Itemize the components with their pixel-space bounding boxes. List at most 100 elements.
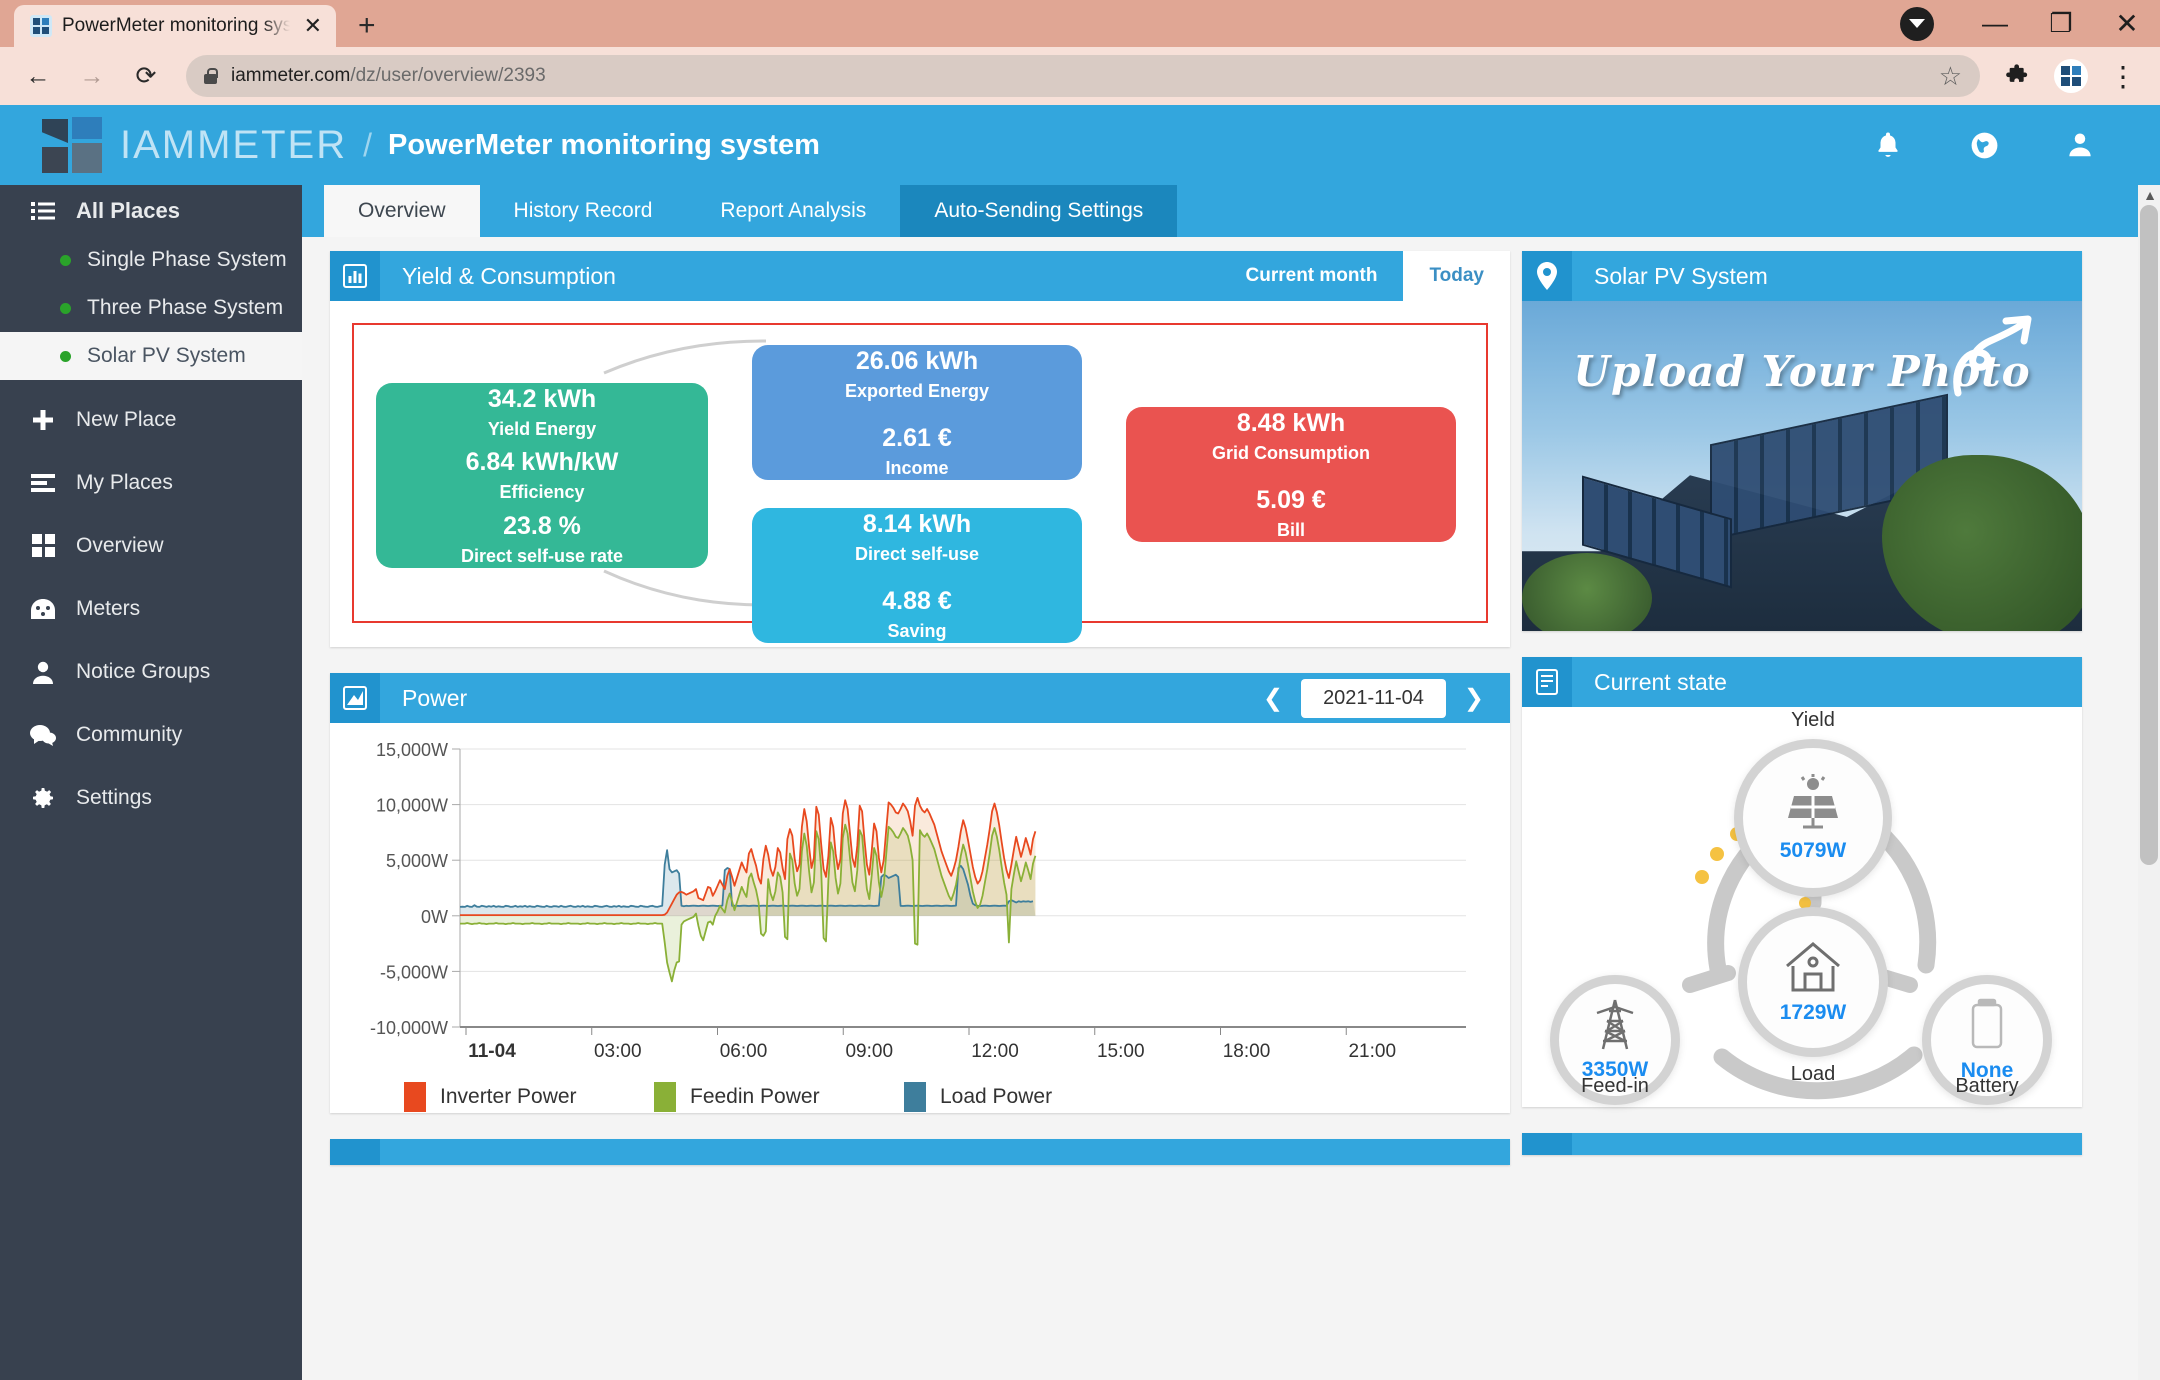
sidebar-item-all-places[interactable]: All Places <box>0 185 302 236</box>
bill-value: 5.09 € <box>1256 485 1326 514</box>
next-day-button[interactable]: ❯ <box>1456 684 1492 713</box>
profile-icon <box>1900 6 1934 41</box>
sidebar-sub-label: Solar PV System <box>87 344 246 367</box>
bookmark-star-icon[interactable]: ☆ <box>1939 61 1962 92</box>
location-pin-icon <box>1522 251 1572 301</box>
iammeter-extension-icon[interactable] <box>2048 53 2094 99</box>
scrollbar-thumb[interactable] <box>2140 205 2158 865</box>
sidebar-item-notice-groups[interactable]: Notice Groups <box>0 646 302 697</box>
header-separator: / <box>363 126 373 163</box>
grid-consumption-value: 8.48 kWh <box>1236 409 1346 437</box>
date-input[interactable]: 2021-11-04 <box>1301 678 1446 718</box>
document-icon <box>1522 657 1572 707</box>
sidebar-sub-label: Three Phase System <box>87 296 284 319</box>
maximize-button[interactable]: ❐ <box>2028 0 2094 47</box>
load-power-value: 1729W <box>1779 1000 1847 1024</box>
range-today-button[interactable]: Today <box>1403 251 1510 301</box>
sidebar-item-overview[interactable]: Overview <box>0 520 302 571</box>
app-body: All Places Single Phase System Three Pha… <box>0 185 2160 1380</box>
energy-flow-diagram: 34.2 kWh Yield Energy 6.84 kWh/kW Effici… <box>352 323 1488 643</box>
grid-consumption-box: 8.48 kWh Grid Consumption 5.09 € Bill <box>1126 407 1456 542</box>
efficiency-value: 6.84 kWh/kW <box>465 448 619 477</box>
svg-text:12:00: 12:00 <box>971 1041 1019 1062</box>
bill-label: Bill <box>1276 519 1305 540</box>
sidebar-sub-label: Single Phase System <box>87 248 287 271</box>
user-icon <box>30 660 56 684</box>
url-text: iammeter.com/dz/user/overview/2393 <box>231 65 546 86</box>
nav-tabs: Overview History Record Report Analysis … <box>302 185 2160 237</box>
state-label-load: Load <box>1790 1063 1836 1085</box>
card-title: Yield & Consumption <box>402 262 616 289</box>
svg-text:-5,000W: -5,000W <box>380 962 448 982</box>
tab-strip: PowerMeter monitoring system ✕ + <box>0 0 376 47</box>
sidebar-item-three-phase-system[interactable]: Three Phase System <box>0 284 302 332</box>
extension-badge <box>2054 59 2088 93</box>
svg-text:0W: 0W <box>421 907 448 927</box>
profile-avatar-button[interactable] <box>1896 0 1962 47</box>
chrome-menu-icon[interactable]: ⋮ <box>2100 53 2146 99</box>
sidebar-label: Settings <box>76 785 152 809</box>
svg-text:11-04: 11-04 <box>468 1041 516 1062</box>
self-use-rate-label: Direct self-use rate <box>460 545 624 566</box>
sidebar-label: New Place <box>76 407 177 431</box>
svg-text:10,000W: 10,000W <box>376 796 448 816</box>
browser-tab[interactable]: PowerMeter monitoring system ✕ <box>14 5 336 47</box>
tab-auto-sending-settings[interactable]: Auto-Sending Settings <box>900 185 1178 237</box>
reload-button[interactable]: ⟳ <box>122 52 170 100</box>
card-header: Yield & Consumption Current month Today <box>330 251 1510 301</box>
range-current-month-button[interactable]: Current month <box>1220 251 1404 301</box>
exported-energy-value: 26.06 kWh <box>855 347 979 375</box>
new-tab-button[interactable]: + <box>358 11 376 41</box>
solar-pv-system-card: Solar PV System Upload Your Photo <box>1522 251 2082 631</box>
sidebar-label: Community <box>76 722 183 746</box>
exported-energy-label: Exported Energy <box>844 380 990 401</box>
self-use-rate-value: 23.8 % <box>503 511 581 540</box>
page-scrollbar[interactable]: ▲ ▼ <box>2138 185 2160 1380</box>
svg-text:21:00: 21:00 <box>1348 1041 1396 1062</box>
svg-text:15,000W: 15,000W <box>376 740 448 760</box>
card-header: Solar PV System <box>1522 251 2082 301</box>
page-title: PowerMeter monitoring system <box>388 128 820 161</box>
forward-button[interactable]: → <box>68 52 116 100</box>
back-button[interactable]: ← <box>14 52 62 100</box>
direct-self-use-value: 8.14 kWh <box>862 510 972 538</box>
yield-power-value: 5079W <box>1779 838 1847 862</box>
yield-consumption-card: Yield & Consumption Current month Today <box>330 251 1510 647</box>
sidebar-item-my-places[interactable]: My Places <box>0 457 302 508</box>
sidebar-item-solar-pv-system[interactable]: Solar PV System <box>0 332 302 380</box>
card-header: Current state <box>1522 657 2082 707</box>
sidebar-item-meters[interactable]: Meters <box>0 583 302 634</box>
legend-label: Load Power <box>940 1085 1053 1108</box>
tab-history-record[interactable]: History Record <box>480 185 687 237</box>
sidebar-item-new-place[interactable]: New Place <box>0 394 302 445</box>
card-header: Power ❮ 2021-11-04 ❯ <box>330 673 1510 723</box>
sidebar-item-settings[interactable]: Settings <box>0 772 302 823</box>
minimize-button[interactable]: — <box>1962 0 2028 47</box>
scroll-up-arrow-icon[interactable]: ▲ <box>2143 187 2157 203</box>
user-account-icon[interactable] <box>2060 125 2100 165</box>
address-bar[interactable]: iammeter.com/dz/user/overview/2393 ☆ <box>186 55 1980 97</box>
legend-item-inverter-power[interactable]: Inverter Power <box>404 1082 654 1112</box>
yield-energy-label: Yield Energy <box>487 418 597 439</box>
lock-icon <box>204 68 218 84</box>
state-node-load[interactable]: 1729W <box>1738 907 1888 1057</box>
sidebar-item-community[interactable]: Community <box>0 709 302 760</box>
direct-self-use-label: Direct self-use <box>854 543 980 564</box>
tab-overview[interactable]: Overview <box>324 185 480 237</box>
gear-icon <box>30 786 56 810</box>
solar-photo-upload[interactable]: Upload Your Photo <box>1522 301 2082 631</box>
sidebar-item-single-phase-system[interactable]: Single Phase System <box>0 236 302 284</box>
close-window-button[interactable]: ✕ <box>2094 0 2160 47</box>
close-tab-icon[interactable]: ✕ <box>300 15 326 37</box>
notification-bell-icon[interactable] <box>1868 125 1908 165</box>
prev-day-button[interactable]: ❮ <box>1255 684 1291 713</box>
svg-text:09:00: 09:00 <box>845 1041 893 1062</box>
legend-item-feedin-power[interactable]: Feedin Power <box>654 1082 904 1112</box>
browser-window: PowerMeter monitoring system ✕ + — ❐ ✕ ←… <box>0 0 2160 1380</box>
extensions-puzzle-icon[interactable] <box>1996 53 2042 99</box>
language-globe-icon[interactable] <box>1964 125 2004 165</box>
legend-item-load-power[interactable]: Load Power <box>904 1082 1154 1112</box>
state-node-yield[interactable]: 5079W <box>1734 739 1892 897</box>
tab-report-analysis[interactable]: Report Analysis <box>686 185 900 237</box>
svg-text:15:00: 15:00 <box>1097 1041 1145 1062</box>
